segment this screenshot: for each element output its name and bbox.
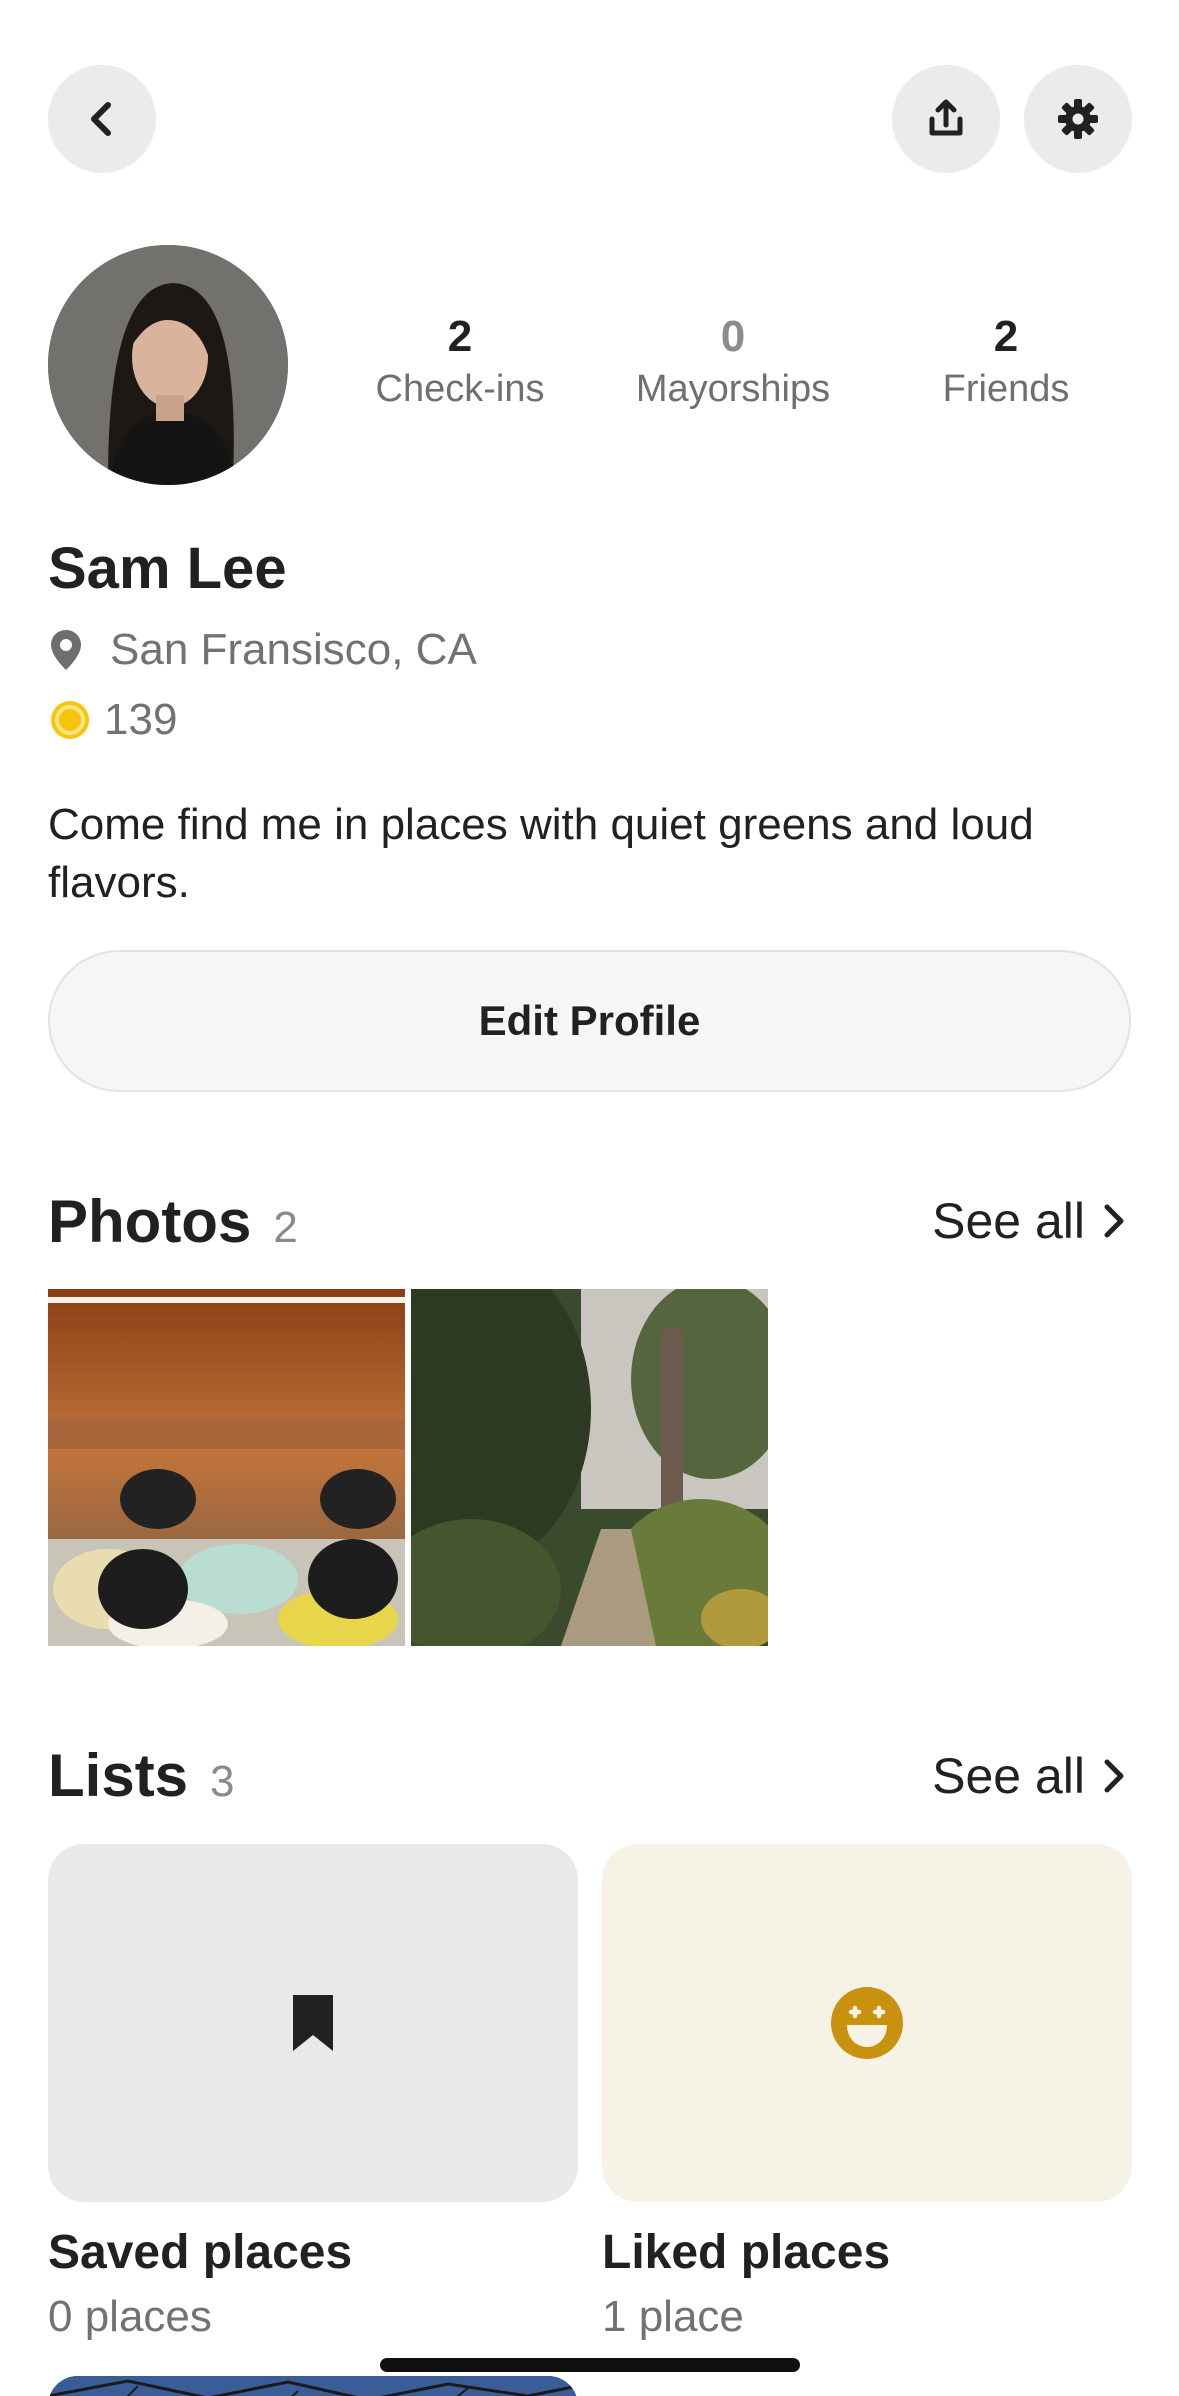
avatar-portrait	[48, 245, 288, 485]
list-card-peek[interactable]	[48, 2376, 578, 2396]
edit-profile-button[interactable]: Edit Profile	[48, 950, 1131, 1092]
gear-icon	[1058, 99, 1098, 139]
back-button[interactable]	[48, 65, 156, 173]
bookmark-icon	[293, 1995, 333, 2051]
lists-section-title: Lists 3	[48, 1741, 235, 1810]
lists-see-all-link[interactable]: See all	[932, 1747, 1127, 1805]
list-name[interactable]: Liked places	[602, 2225, 890, 2280]
photo-thumbnail[interactable]	[48, 1289, 405, 1646]
photos-see-all-link[interactable]: See all	[932, 1192, 1127, 1250]
tree-branches-image	[48, 2376, 578, 2396]
stat-mayorships[interactable]: 0 Mayorships	[613, 310, 853, 412]
profile-bio: Come find me in places with quiet greens…	[48, 800, 1034, 907]
share-button[interactable]	[892, 65, 1000, 173]
coins-row: 139	[48, 692, 177, 748]
share-icon	[929, 99, 963, 136]
chevron-right-icon	[1104, 1204, 1124, 1238]
avatar[interactable]	[48, 245, 288, 485]
chevron-right-icon	[1104, 1759, 1124, 1793]
stat-friends[interactable]: 2 Friends	[886, 310, 1126, 412]
list-count: 1 place	[602, 2292, 744, 2341]
list-count: 0 places	[48, 2292, 212, 2341]
stat-label: Friends	[942, 368, 1070, 410]
chevron-left-icon	[91, 102, 111, 136]
stat-label: Check-ins	[375, 368, 545, 410]
settings-button[interactable]	[1024, 65, 1132, 173]
list-name[interactable]: Saved places	[48, 2225, 352, 2280]
see-all-label: See all	[932, 1748, 1085, 1804]
garden-path-photo	[411, 1289, 768, 1646]
coins-count: 139	[104, 695, 178, 744]
grin-face-icon	[831, 1987, 903, 2059]
section-count: 2	[273, 1203, 298, 1252]
location-row: San Fransisco, CA	[48, 622, 477, 678]
list-card-liked-places[interactable]	[602, 1844, 1132, 2202]
stat-value: 0	[720, 312, 746, 361]
photo-thumbnail[interactable]	[411, 1289, 768, 1646]
home-indicator	[380, 2358, 800, 2372]
stat-checkins[interactable]: 2 Check-ins	[340, 310, 580, 412]
photos-section-title: Photos 2	[48, 1187, 298, 1256]
list-card-saved-places[interactable]	[48, 1844, 578, 2202]
section-title: Lists	[48, 1742, 189, 1809]
section-title: Photos	[48, 1188, 252, 1255]
see-all-label: See all	[932, 1193, 1085, 1249]
gelato-counter-photo	[48, 1289, 405, 1646]
stat-value: 2	[993, 312, 1019, 361]
stat-label: Mayorships	[635, 368, 831, 410]
location-pin-icon	[51, 630, 81, 670]
section-count: 3	[210, 1757, 235, 1806]
coin-icon	[51, 701, 89, 739]
location-text: San Fransisco, CA	[110, 625, 477, 674]
stat-value: 2	[447, 312, 473, 361]
profile-name: Sam Lee	[48, 536, 287, 601]
